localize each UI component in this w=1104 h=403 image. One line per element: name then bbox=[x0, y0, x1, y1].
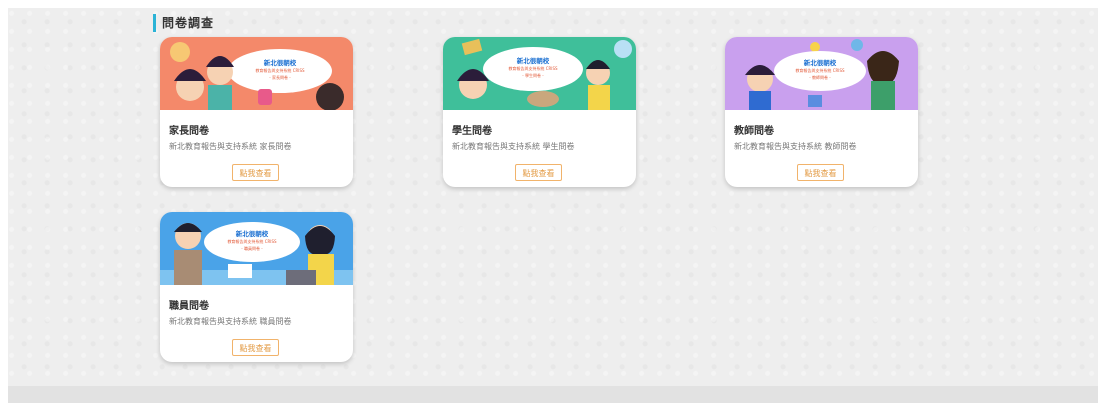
card-title: 職員問卷 bbox=[169, 301, 209, 312]
footer-bar bbox=[8, 386, 1098, 403]
banner-subtitle: 教育報告與支持系統 CRISS bbox=[227, 238, 277, 244]
view-button[interactable]: 點我查看 bbox=[515, 164, 562, 181]
banner-subtitle: 教育報告與支持系統 CRISS bbox=[255, 67, 305, 73]
card-title: 教師問卷 bbox=[734, 126, 774, 137]
card-title: 學生問卷 bbox=[452, 126, 492, 137]
banner-title: 新北很朝校 bbox=[517, 56, 550, 65]
banner-title: 新北很朝校 bbox=[236, 229, 269, 238]
banner-subtitle: 教育報告與支持系統 CRISS bbox=[508, 65, 558, 71]
card-banner-image: 新北很朝校 教育報告與支持系統 CRISS - 教師問卷 - bbox=[725, 37, 918, 110]
survey-card-staff: 新北很朝校 教育報告與支持系統 CRISS - 職員問卷 - 職員問卷 新北教育… bbox=[160, 212, 353, 362]
card-description: 新北教育報告與支持系統 職員問卷 bbox=[169, 317, 292, 326]
banner-tag: - 家長問卷 - bbox=[269, 74, 291, 80]
survey-card-students: 新北很朝校 教育報告與支持系統 CRISS - 學生問卷 - 學生問卷 新北教育… bbox=[443, 37, 636, 187]
banner-title: 新北很朝校 bbox=[264, 58, 297, 67]
card-banner-image: 新北很朝校 教育報告與支持系統 CRISS - 家長問卷 - bbox=[160, 37, 353, 110]
banner-subtitle: 教育報告與支持系統 CRISS bbox=[795, 67, 845, 73]
view-button[interactable]: 點我查看 bbox=[232, 339, 279, 356]
banner-tag: - 教師問卷 - bbox=[809, 74, 831, 80]
card-banner-image: 新北很朝校 教育報告與支持系統 CRISS - 職員問卷 - bbox=[160, 212, 353, 285]
view-button[interactable]: 點我查看 bbox=[797, 164, 844, 181]
survey-card-teachers: 新北很朝校 教育報告與支持系統 CRISS - 教師問卷 - 教師問卷 新北教育… bbox=[725, 37, 918, 187]
view-button[interactable]: 點我查看 bbox=[232, 164, 279, 181]
banner-tag: - 職員問卷 - bbox=[241, 245, 263, 251]
card-description: 新北教育報告與支持系統 學生問卷 bbox=[452, 142, 575, 151]
card-description: 新北教育報告與支持系統 教師問卷 bbox=[734, 142, 857, 151]
card-title: 家長問卷 bbox=[169, 126, 209, 137]
section-title: 問卷調查 bbox=[153, 14, 214, 32]
card-banner-image: 新北很朝校 教育報告與支持系統 CRISS - 學生問卷 - bbox=[443, 37, 636, 110]
survey-card-parents: 新北很朝校 教育報告與支持系統 CRISS - 家長問卷 - 家長問卷 新北教育… bbox=[160, 37, 353, 187]
banner-title: 新北很朝校 bbox=[804, 58, 837, 67]
card-description: 新北教育報告與支持系統 家長問卷 bbox=[169, 142, 292, 151]
banner-tag: - 學生問卷 - bbox=[522, 72, 544, 78]
